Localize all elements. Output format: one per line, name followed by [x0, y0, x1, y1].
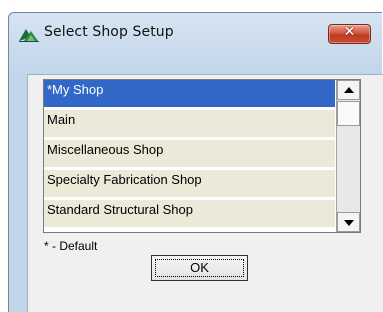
scroll-up-button[interactable]: [337, 80, 360, 100]
list-item-main[interactable]: Main: [44, 110, 335, 138]
close-button[interactable]: ✕: [328, 24, 371, 44]
ok-button[interactable]: OK: [151, 255, 248, 281]
list-item-my-shop[interactable]: *My Shop: [44, 80, 335, 108]
default-legend: * - Default: [44, 239, 98, 253]
scroll-thumb[interactable]: [337, 101, 360, 126]
vertical-scrollbar[interactable]: [336, 80, 360, 232]
dialog-content: *My Shop Main Miscellaneous Shop Special…: [27, 74, 383, 312]
app-icon: [18, 26, 40, 42]
ok-label: OK: [190, 260, 209, 275]
scroll-down-button[interactable]: [337, 212, 360, 232]
title-bar[interactable]: Select Shop Setup ✕: [9, 13, 382, 47]
shop-listbox[interactable]: *My Shop Main Miscellaneous Shop Special…: [43, 79, 361, 233]
list-item-specialty-fabrication-shop[interactable]: Specialty Fabrication Shop: [44, 170, 335, 198]
arrow-down-icon: [344, 220, 354, 226]
window-title: Select Shop Setup: [44, 24, 174, 40]
close-icon: ✕: [343, 24, 356, 40]
arrow-up-icon: [344, 87, 354, 93]
list-item-miscellaneous-shop[interactable]: Miscellaneous Shop: [44, 140, 335, 168]
list-item-standard-structural-shop[interactable]: Standard Structural Shop: [44, 200, 335, 228]
